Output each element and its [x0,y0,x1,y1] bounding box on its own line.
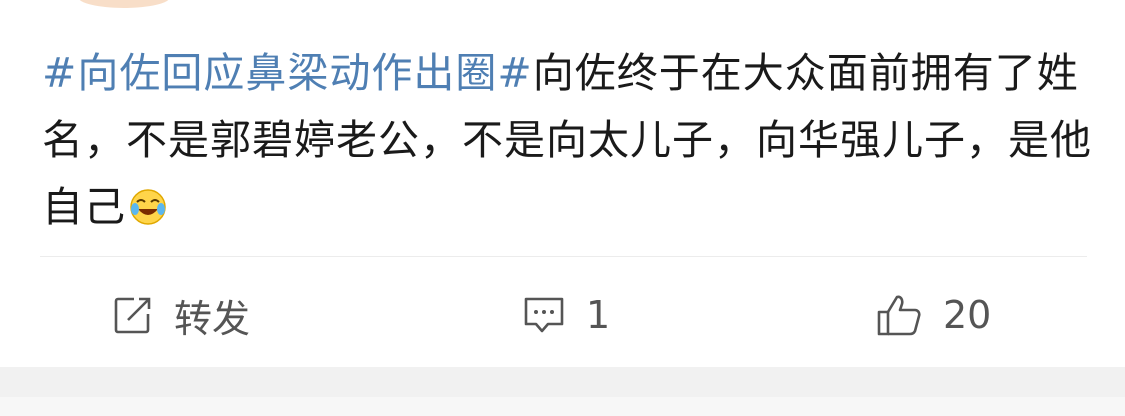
section-separator-lower [0,397,1125,416]
repost-label: 转发 [174,296,251,341]
repost-button[interactable]: 转发 [112,285,250,345]
like-button[interactable]: 20 [875,285,991,345]
action-bar: 转发 1 20 [0,285,1125,345]
like-count: 20 [943,293,992,337]
thumbs-up-icon [875,292,923,338]
repost-icon [112,294,154,336]
comment-count: 1 [586,293,611,337]
laughing-crying-emoji-icon [128,180,168,225]
post-content: #向佐回应鼻梁动作出圈#向佐终于在大众面前拥有了姓名，不是郭碧婷老公，不是向太儿… [42,40,1092,241]
hashtag-link[interactable]: #向佐回应鼻梁动作出圈# [42,49,533,97]
avatar-edge [78,0,170,8]
comment-icon [522,294,566,336]
comment-button[interactable]: 1 [522,285,610,345]
section-separator [0,367,1125,397]
divider [40,256,1087,257]
